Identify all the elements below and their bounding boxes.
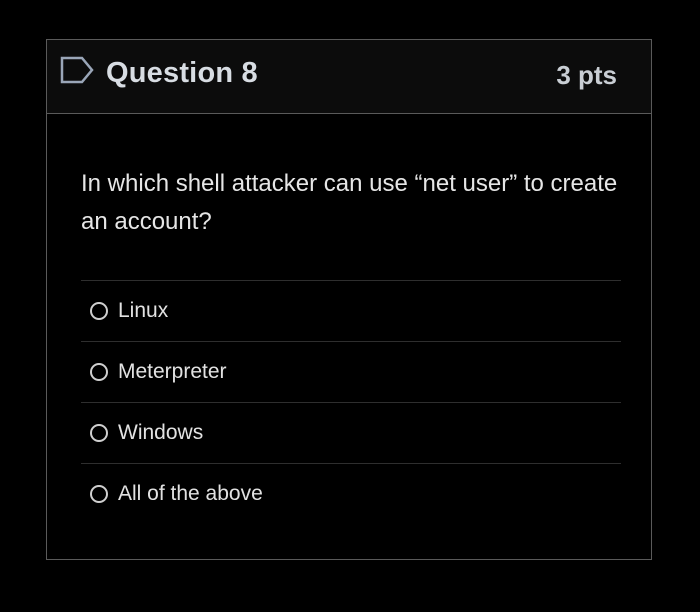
answer-label: All of the above <box>118 482 263 505</box>
answer-label: Meterpreter <box>118 360 227 383</box>
flag-icon[interactable] <box>60 56 94 86</box>
answer-label: Windows <box>118 421 204 444</box>
answer-option-linux[interactable]: Linux <box>81 280 621 341</box>
radio-button[interactable] <box>90 485 108 503</box>
question-points: 3 pts <box>556 60 617 90</box>
radio-button[interactable] <box>90 302 108 320</box>
radio-button[interactable] <box>90 363 108 381</box>
answer-option-meterpreter[interactable]: Meterpreter <box>81 341 621 402</box>
radio-button[interactable] <box>90 424 108 442</box>
answer-option-all[interactable]: All of the above <box>81 463 621 524</box>
answer-label: Linux <box>118 299 169 322</box>
question-title: Question 8 <box>106 57 258 89</box>
question-text: In which shell attacker can use “net use… <box>81 170 618 235</box>
question-header: Question 8 3 pts <box>47 40 651 114</box>
answer-option-windows[interactable]: Windows <box>81 402 621 463</box>
question-card: Question 8 3 pts In which shell attacker… <box>46 39 652 560</box>
answer-list: Linux Meterpreter Windows All of the abo… <box>81 280 621 524</box>
